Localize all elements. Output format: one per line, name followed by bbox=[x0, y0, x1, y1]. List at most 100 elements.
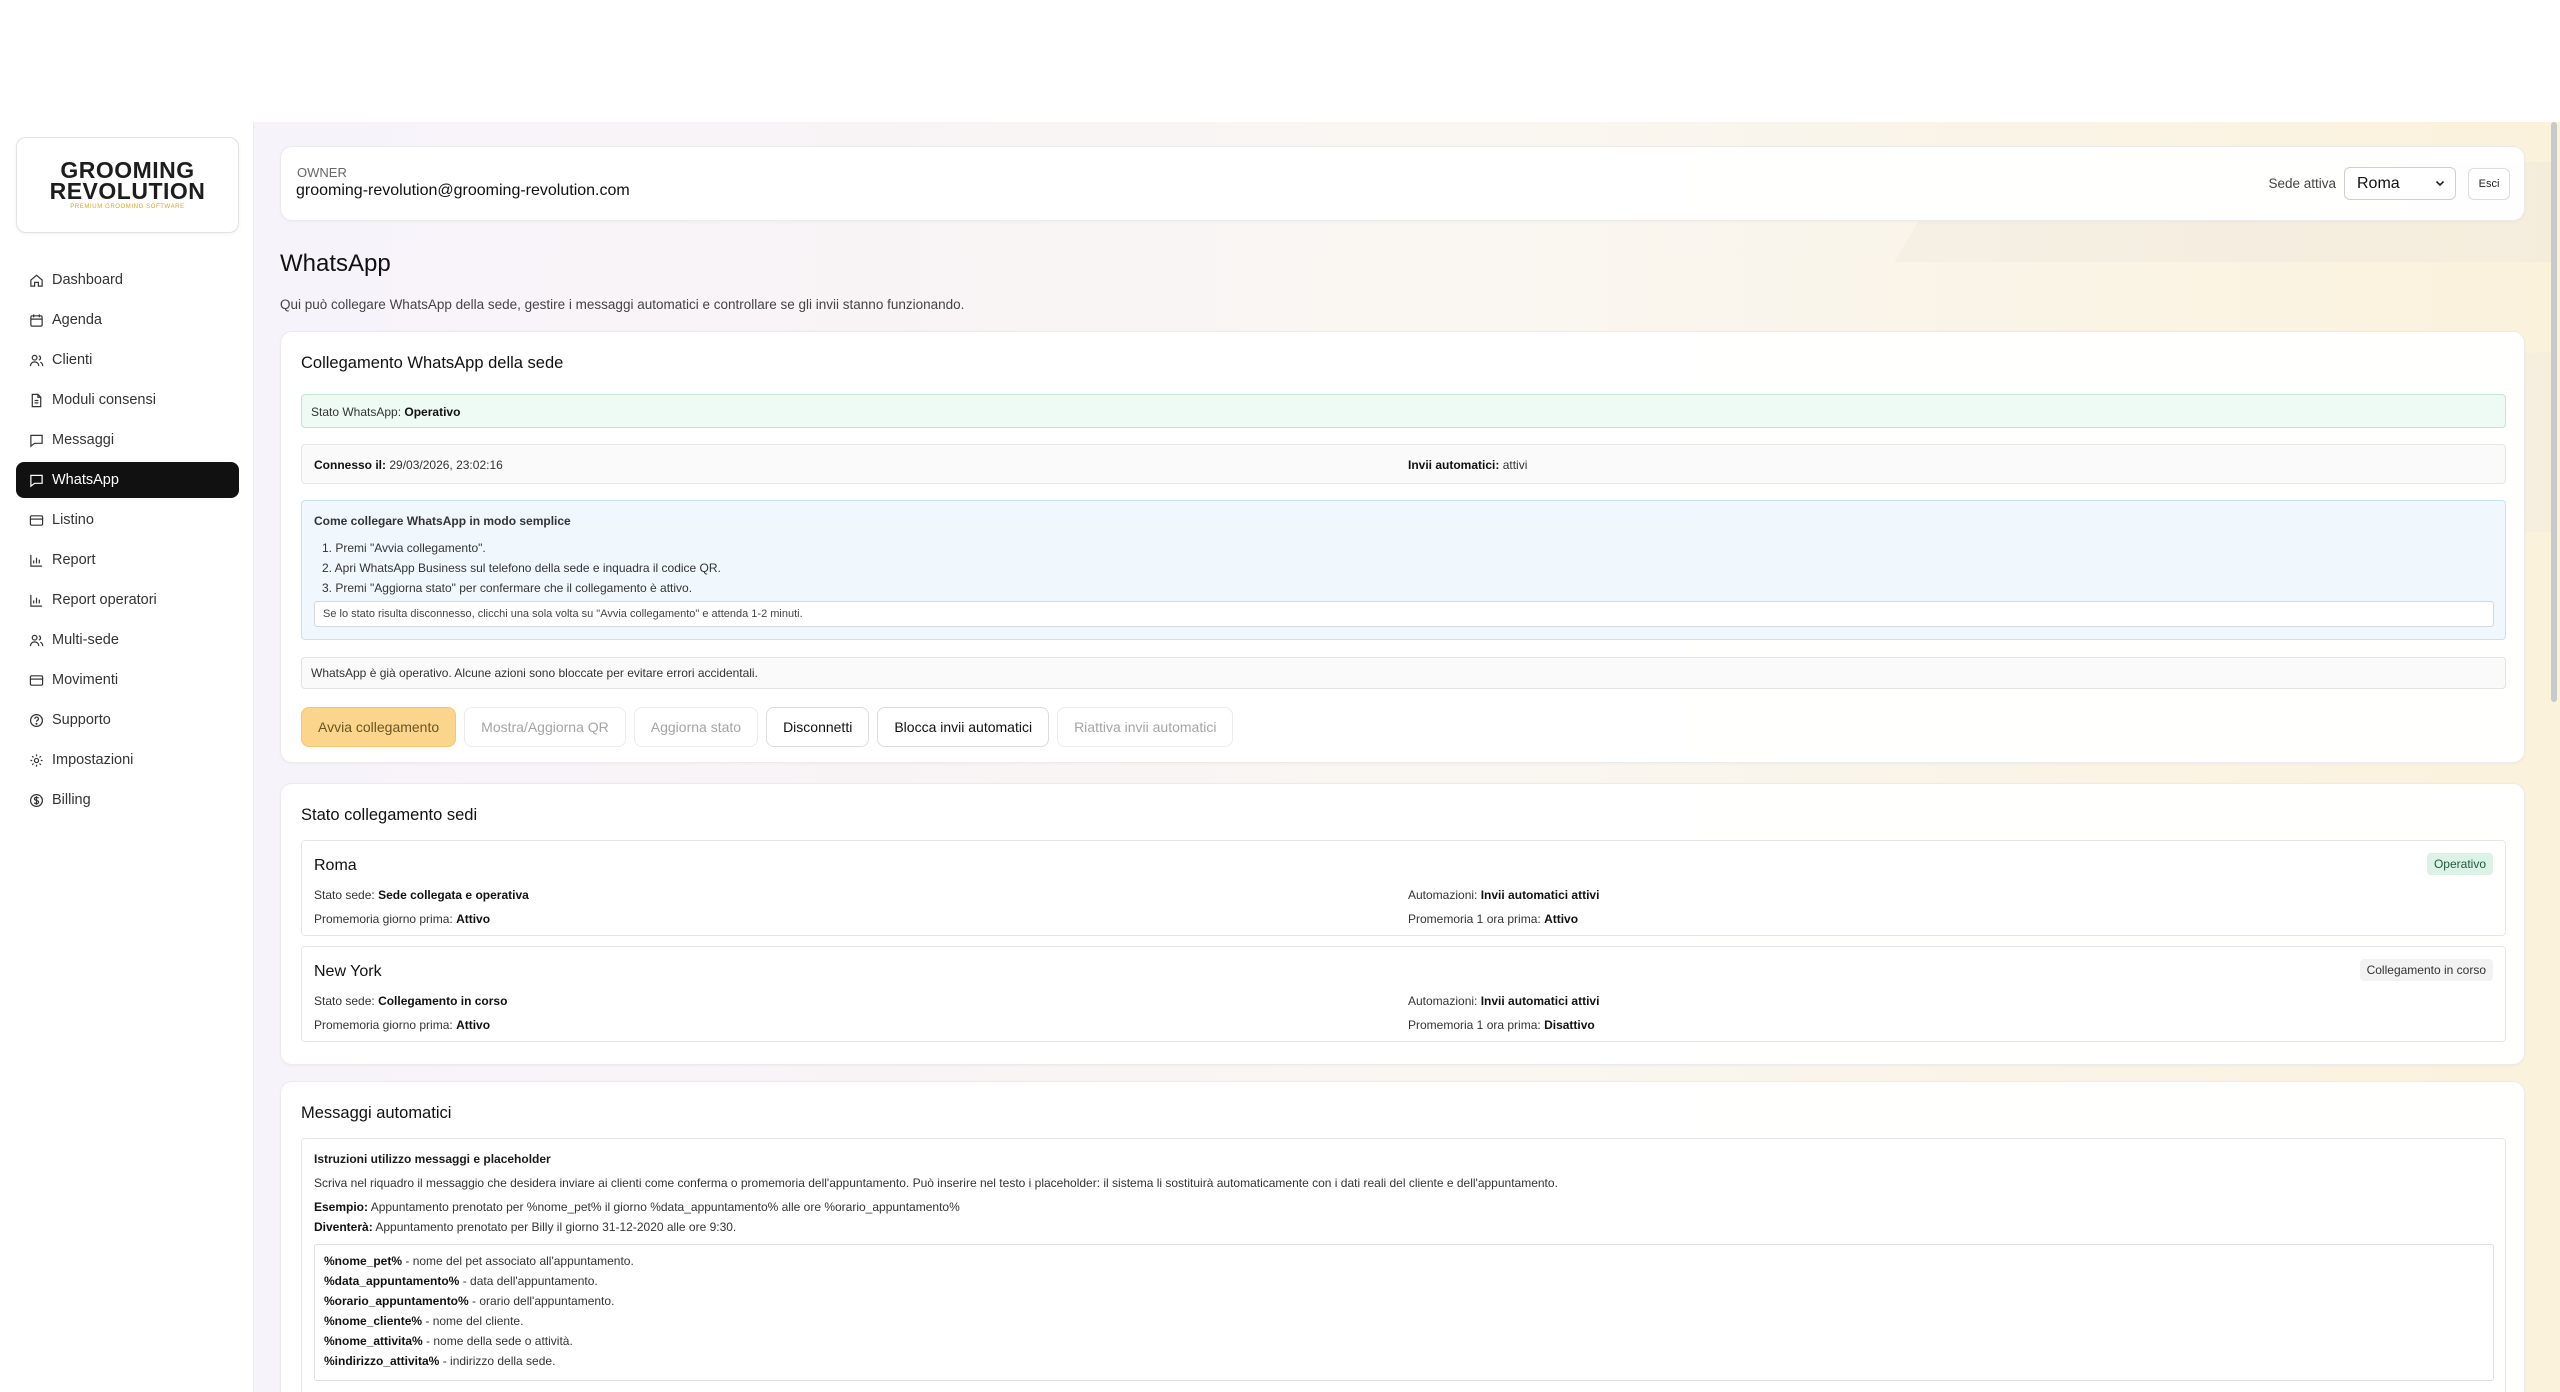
sede-name: Roma bbox=[314, 857, 357, 874]
sede-name: New York bbox=[314, 963, 382, 980]
message-icon bbox=[28, 432, 44, 448]
page-subtitle: Qui può collegare WhatsApp della sede, g… bbox=[280, 297, 965, 312]
logo-line-2: REVOLUTION bbox=[49, 178, 206, 204]
example-line: Esempio: Appuntamento prenotato per %nom… bbox=[314, 1200, 960, 1214]
whatsapp-connection-card: Collegamento WhatsApp della sede Stato W… bbox=[280, 331, 2525, 763]
bar-chart-icon bbox=[28, 592, 44, 608]
status-banner: Stato WhatsApp: Operativo bbox=[301, 394, 2506, 428]
howto-step: 2. Apri WhatsApp Business sul telefono d… bbox=[322, 561, 721, 575]
status-value: Operativo bbox=[404, 405, 461, 419]
sede-stato-value: Collegamento in corso bbox=[378, 994, 508, 1008]
sidebar-item-movimenti[interactable]: Movimenti bbox=[16, 662, 239, 698]
sidebar-item-report[interactable]: Report bbox=[16, 542, 239, 578]
section-title: Collegamento WhatsApp della sede bbox=[301, 354, 564, 372]
placeholder-item: %nome_cliente% - nome del cliente. bbox=[324, 1311, 2484, 1331]
sede-select[interactable]: Roma bbox=[2344, 167, 2456, 200]
sede-automazioni: Automazioni: Invii automatici attivi bbox=[1408, 888, 1599, 902]
auto-send-value: attivi bbox=[1502, 458, 1528, 472]
sidebar-item-messaggi[interactable]: Messaggi bbox=[16, 422, 239, 458]
billing-icon bbox=[28, 792, 44, 808]
bar-chart-icon bbox=[28, 552, 44, 568]
auto-send-status: Invii automatici: attivi bbox=[1408, 458, 1527, 472]
placeholder-desc: - nome del pet associato all'appuntament… bbox=[402, 1254, 634, 1268]
message-icon bbox=[28, 472, 44, 488]
card-icon bbox=[28, 512, 44, 528]
howto-box: Come collegare WhatsApp in modo semplice… bbox=[301, 500, 2506, 640]
user-role: OWNER bbox=[297, 165, 347, 180]
placeholder-item: %orario_appuntamento% - orario dell'appu… bbox=[324, 1291, 2484, 1311]
sede-attiva-label: Sede attiva bbox=[2268, 176, 2336, 191]
users-icon bbox=[28, 632, 44, 648]
sidebar-item-moduli-consensi[interactable]: Moduli consensi bbox=[16, 382, 239, 418]
sidebar-item-supporto[interactable]: Supporto bbox=[16, 702, 239, 738]
connection-info: Connesso il: 29/03/2026, 23:02:16 Invii … bbox=[301, 444, 2506, 484]
placeholder-key: %orario_appuntamento% bbox=[324, 1294, 469, 1308]
sidebar-item-whatsapp[interactable]: WhatsApp bbox=[16, 462, 239, 498]
scrollbar-thumb[interactable] bbox=[2551, 122, 2557, 702]
sede-stato: Stato sede: Collegamento in corso bbox=[314, 994, 507, 1008]
status-badge: Operativo bbox=[2426, 853, 2493, 875]
block-auto-send-button[interactable]: Blocca invii automatici bbox=[877, 707, 1050, 747]
sidebar-item-label: Dashboard bbox=[52, 272, 123, 288]
sede-row-roma: Roma Operativo Stato sede: Sede collegat… bbox=[301, 840, 2506, 936]
warning-banner: WhatsApp è già operativo. Alcune azioni … bbox=[301, 657, 2506, 689]
sede-reminder-day: Promemoria giorno prima: Attivo bbox=[314, 1018, 490, 1032]
sidebar-item-billing[interactable]: Billing bbox=[16, 782, 239, 818]
reminder-day-value: Attivo bbox=[456, 912, 491, 926]
refresh-status-button[interactable]: Aggiorna stato bbox=[633, 707, 759, 747]
instructions-box: Istruzioni utilizzo messaggi e placehold… bbox=[301, 1138, 2506, 1392]
logout-button[interactable]: Esci bbox=[2468, 167, 2510, 200]
result-label: Diventerà: bbox=[314, 1220, 373, 1234]
sidebar-item-label: Moduli consensi bbox=[52, 392, 156, 408]
logo-tagline: PREMIUM GROOMING SOFTWARE bbox=[70, 204, 185, 210]
placeholder-list: %nome_pet% - nome del pet associato all'… bbox=[314, 1244, 2494, 1381]
howto-note: Se lo stato risulta disconnesso, clicchi… bbox=[314, 601, 2494, 627]
sidebar-item-label: Report operatori bbox=[52, 592, 157, 608]
sidebar-item-report-operatori[interactable]: Report operatori bbox=[16, 582, 239, 618]
sede-stato-label: Stato sede: bbox=[314, 994, 375, 1008]
gear-icon bbox=[28, 752, 44, 768]
placeholder-key: %nome_attivita% bbox=[324, 1334, 423, 1348]
page-scrollbar[interactable] bbox=[2548, 122, 2560, 712]
sidebar-item-listino[interactable]: Listino bbox=[16, 502, 239, 538]
brand-logo[interactable]: GROOMING REVOLUTION PREMIUM GROOMING SOF… bbox=[16, 137, 239, 233]
instructions-text: Scriva nel riquadro il messaggio che des… bbox=[314, 1176, 1558, 1190]
example-text: Appuntamento prenotato per %nome_pet% il… bbox=[370, 1200, 960, 1214]
automazioni-label: Automazioni: bbox=[1408, 994, 1478, 1008]
sidebar-item-label: Messaggi bbox=[52, 432, 115, 448]
sidebar-item-impostazioni[interactable]: Impostazioni bbox=[16, 742, 239, 778]
sidebar-item-clienti[interactable]: Clienti bbox=[16, 342, 239, 378]
placeholder-key: %indirizzo_attivita% bbox=[324, 1354, 440, 1368]
reminder-hour-label: Promemoria 1 ora prima: bbox=[1408, 1018, 1541, 1032]
connected-at: Connesso il: 29/03/2026, 23:02:16 bbox=[314, 458, 503, 472]
placeholder-item: %data_appuntamento% - data dell'appuntam… bbox=[324, 1271, 2484, 1291]
placeholder-key: %data_appuntamento% bbox=[324, 1274, 460, 1288]
auto-send-label: Invii automatici: bbox=[1408, 458, 1500, 472]
sidebar-item-agenda[interactable]: Agenda bbox=[16, 302, 239, 338]
sede-reminder-day: Promemoria giorno prima: Attivo bbox=[314, 912, 490, 926]
status-badge: Collegamento in corso bbox=[2359, 959, 2493, 981]
sidebar-item-label: Multi-sede bbox=[52, 632, 119, 648]
sidebar-item-label: Listino bbox=[52, 512, 94, 528]
sidebar-item-label: Agenda bbox=[52, 312, 102, 328]
start-connection-button[interactable]: Avvia collegamento bbox=[301, 707, 457, 747]
placeholder-item: %nome_attivita% - nome della sede o atti… bbox=[324, 1331, 2484, 1351]
status-label: Stato WhatsApp: bbox=[311, 405, 402, 419]
sidebar-item-label: Clienti bbox=[52, 352, 93, 368]
sede-switcher: Sede attiva Roma Esci bbox=[2268, 167, 2510, 200]
reactivate-auto-send-button[interactable]: Riattiva invii automatici bbox=[1057, 707, 1234, 747]
show-qr-button[interactable]: Mostra/Aggiorna QR bbox=[464, 707, 626, 747]
sidebar-item-label: Impostazioni bbox=[52, 752, 134, 768]
reminder-day-value: Attivo bbox=[456, 1018, 491, 1032]
reminder-hour-value: Attivo bbox=[1544, 912, 1579, 926]
placeholder-desc: - nome del cliente. bbox=[422, 1314, 524, 1328]
automazioni-value: Invii automatici attivi bbox=[1480, 888, 1600, 902]
automazioni-label: Automazioni: bbox=[1408, 888, 1478, 902]
placeholder-desc: - indirizzo della sede. bbox=[439, 1354, 556, 1368]
document-icon bbox=[28, 392, 44, 408]
disconnect-button[interactable]: Disconnetti bbox=[766, 707, 870, 747]
connection-actions: Avvia collegamento Mostra/Aggiorna QR Ag… bbox=[301, 707, 1241, 747]
card-icon bbox=[28, 672, 44, 688]
sidebar-item-multi-sede[interactable]: Multi-sede bbox=[16, 622, 239, 658]
sidebar-item-dashboard[interactable]: Dashboard bbox=[16, 262, 239, 298]
